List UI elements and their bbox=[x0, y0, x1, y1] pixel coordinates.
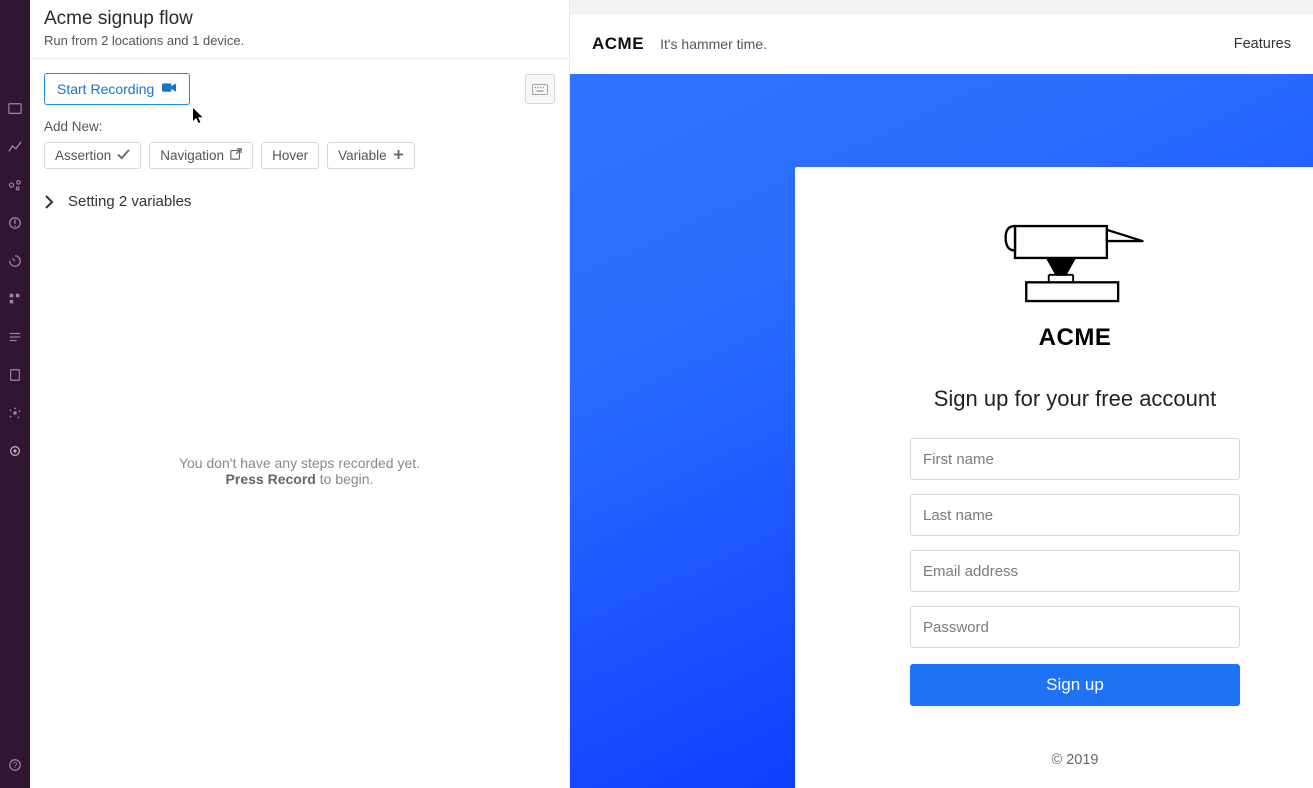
empty-state: You don't have any steps recorded yet. P… bbox=[30, 214, 569, 788]
left-rail: ? bbox=[0, 0, 30, 788]
rail-dashboard-icon[interactable] bbox=[6, 100, 24, 118]
plus-icon bbox=[393, 148, 404, 163]
editor-panel: Acme signup flow Run from 2 locations an… bbox=[30, 0, 570, 788]
assertion-chip-label: Assertion bbox=[55, 148, 111, 163]
navigation-chip-label: Navigation bbox=[160, 148, 224, 163]
anvil-logo-icon bbox=[1000, 222, 1150, 312]
rail-settings-icon[interactable] bbox=[6, 442, 24, 460]
rail-metrics-icon[interactable] bbox=[6, 138, 24, 156]
empty-press-record: Press Record bbox=[226, 471, 316, 487]
signup-button-label: Sign up bbox=[1046, 675, 1104, 694]
test-subtitle: Run from 2 locations and 1 device. bbox=[44, 33, 555, 48]
add-assertion-button[interactable]: Assertion bbox=[44, 142, 141, 169]
test-title: Acme signup flow bbox=[44, 8, 555, 30]
start-recording-button[interactable]: Start Recording bbox=[44, 73, 190, 105]
rail-alerts-icon[interactable] bbox=[6, 214, 24, 232]
rail-help-icon[interactable]: ? bbox=[6, 756, 24, 774]
check-icon bbox=[117, 148, 130, 163]
step-setting-variables[interactable]: Setting 2 variables bbox=[44, 193, 555, 210]
rail-notebooks-icon[interactable] bbox=[6, 366, 24, 384]
site-header: ACME It's hammer time. Features bbox=[570, 14, 1313, 74]
add-variable-button[interactable]: Variable bbox=[327, 142, 415, 169]
start-recording-label: Start Recording bbox=[57, 81, 154, 97]
signup-heading: Sign up for your free account bbox=[934, 386, 1217, 412]
rail-rum-icon[interactable] bbox=[6, 252, 24, 270]
email-field[interactable] bbox=[923, 563, 1227, 580]
signup-card: ACME Sign up for your free account Sign … bbox=[795, 167, 1313, 788]
external-link-icon bbox=[230, 148, 242, 163]
rail-infrastructure-icon[interactable] bbox=[6, 290, 24, 308]
keyboard-icon bbox=[532, 84, 548, 95]
first-name-field-wrap bbox=[910, 438, 1240, 480]
signup-button[interactable]: Sign up bbox=[910, 664, 1240, 706]
empty-line-1: You don't have any steps recorded yet. bbox=[179, 455, 420, 471]
password-field-wrap bbox=[910, 606, 1240, 648]
add-hover-button[interactable]: Hover bbox=[261, 142, 319, 169]
empty-to-begin: to begin. bbox=[316, 471, 374, 487]
hero-section: ACME Sign up for your free account Sign … bbox=[570, 74, 1313, 788]
variable-chip-label: Variable bbox=[338, 148, 387, 163]
browser-chrome-bar bbox=[570, 0, 1313, 14]
logo-text: ACME bbox=[1039, 324, 1112, 352]
site-brand: ACME bbox=[592, 34, 644, 54]
step-label: Setting 2 variables bbox=[68, 193, 191, 210]
add-new-label: Add New: bbox=[44, 119, 555, 134]
rail-synthetics-icon[interactable] bbox=[6, 404, 24, 422]
last-name-field[interactable] bbox=[923, 507, 1227, 524]
last-name-field-wrap bbox=[910, 494, 1240, 536]
site-tagline: It's hammer time. bbox=[660, 36, 767, 52]
add-navigation-button[interactable]: Navigation bbox=[149, 142, 253, 169]
copyright: © 2019 bbox=[1052, 752, 1099, 768]
browser-preview: ACME It's hammer time. Features bbox=[570, 0, 1313, 788]
first-name-field[interactable] bbox=[923, 451, 1227, 468]
svg-text:?: ? bbox=[13, 761, 18, 770]
rail-traces-icon[interactable] bbox=[6, 176, 24, 194]
settings-button[interactable] bbox=[525, 74, 555, 104]
nav-features[interactable]: Features bbox=[1234, 36, 1291, 52]
email-field-wrap bbox=[910, 550, 1240, 592]
password-field[interactable] bbox=[923, 619, 1227, 636]
rail-logs-icon[interactable] bbox=[6, 328, 24, 346]
chevron-right-icon bbox=[44, 195, 58, 209]
hover-chip-label: Hover bbox=[272, 148, 308, 163]
video-camera-icon bbox=[162, 81, 177, 97]
